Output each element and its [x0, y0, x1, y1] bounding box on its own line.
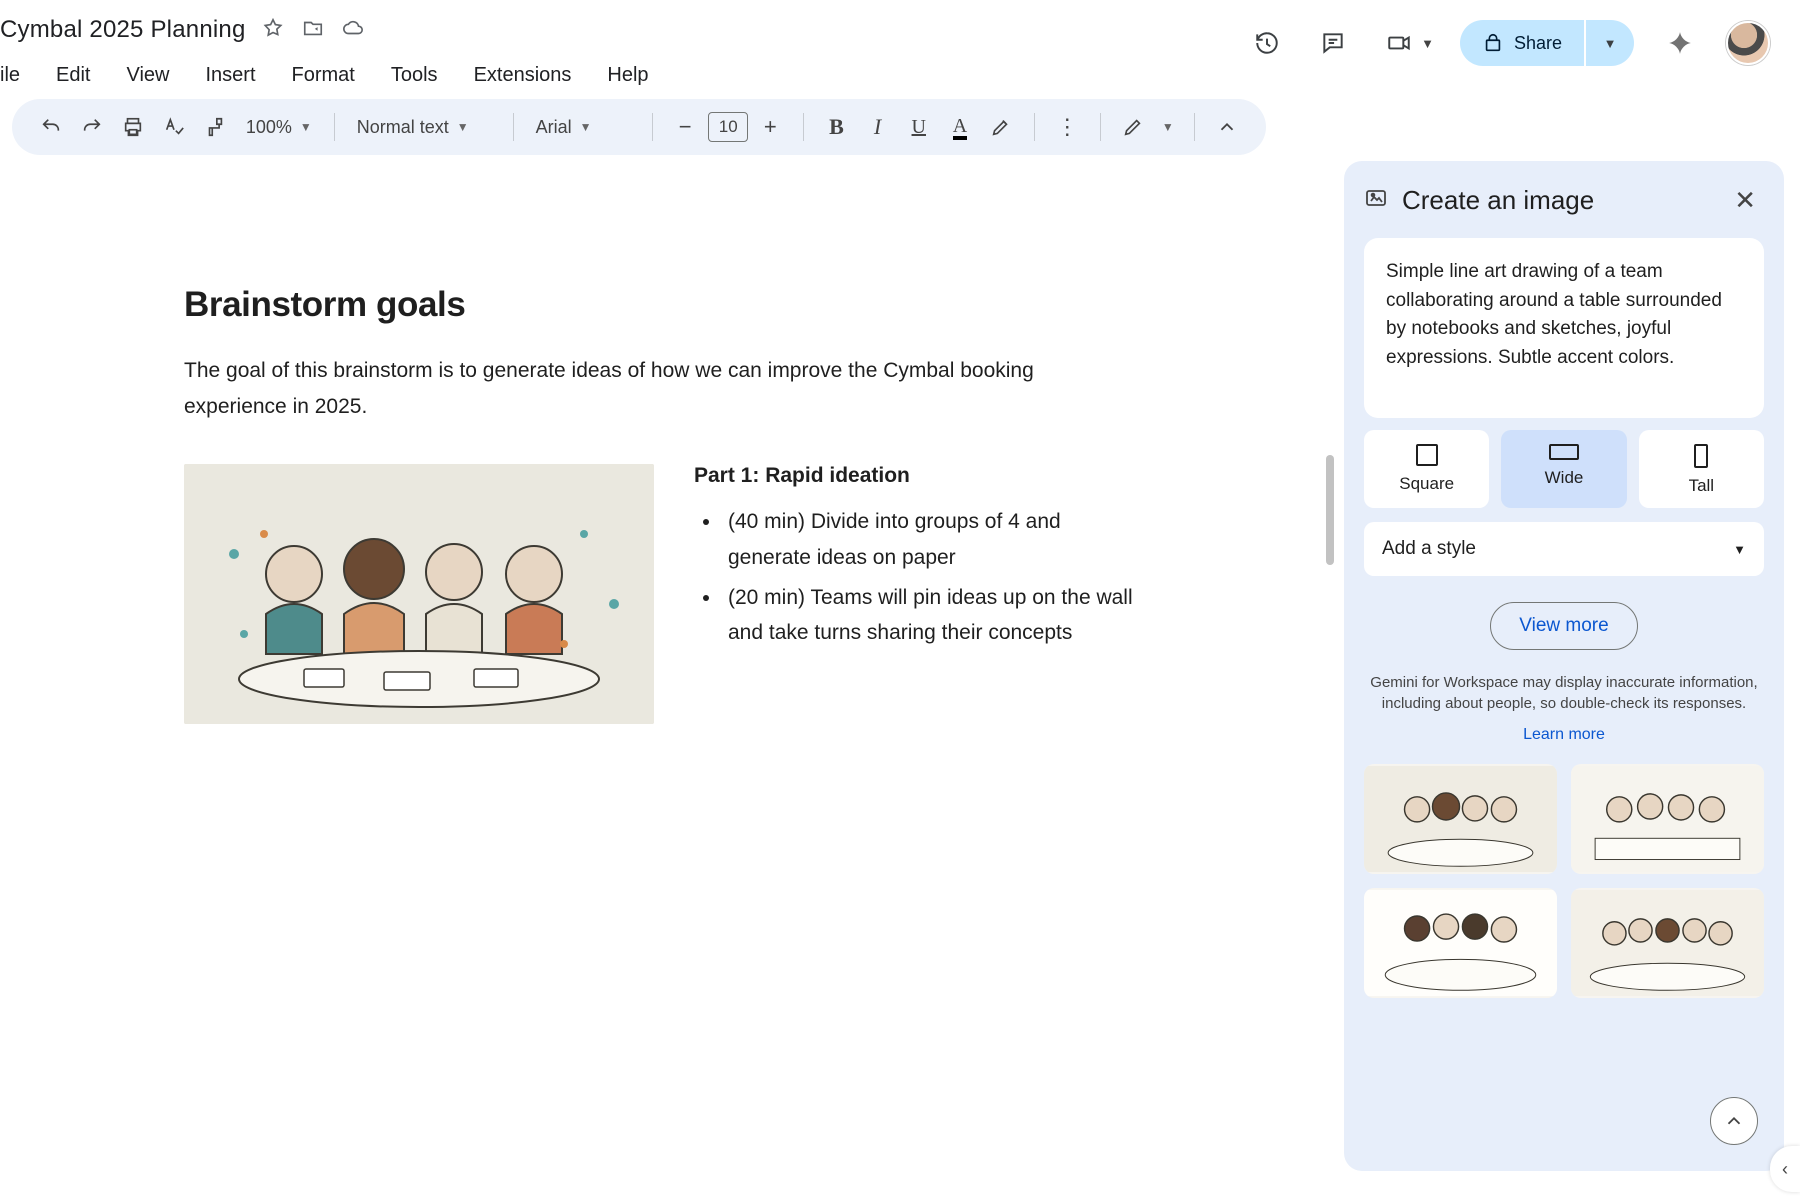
toolbar: 100% ▼ Normal text ▼ Arial ▼ − 10 + B I …: [12, 99, 1266, 155]
tall-icon: [1694, 444, 1708, 468]
generated-image-1[interactable]: [1364, 764, 1557, 874]
list-item[interactable]: (20 min) Teams will pin ideas up on the …: [722, 580, 1134, 651]
bullet-list[interactable]: (40 min) Divide into groups of 4 and gen…: [694, 504, 1134, 651]
font-select[interactable]: Arial ▼: [528, 117, 638, 138]
zoom-value: 100%: [246, 117, 292, 138]
share-button[interactable]: Share: [1460, 20, 1584, 66]
chevron-down-icon: ▼: [300, 120, 312, 134]
aspect-wide[interactable]: Wide: [1501, 430, 1626, 508]
menu-tools[interactable]: Tools: [391, 64, 438, 87]
document-title[interactable]: Cymbal 2025 Planning: [0, 16, 246, 44]
meet-icon[interactable]: [1379, 23, 1419, 63]
menu-insert[interactable]: Insert: [205, 64, 255, 87]
comments-icon[interactable]: [1313, 23, 1353, 63]
collapse-toolbar-button[interactable]: [1209, 107, 1246, 147]
separator: [513, 113, 514, 141]
highlight-button[interactable]: [983, 107, 1020, 147]
more-formatting-button[interactable]: ⋮: [1049, 107, 1086, 147]
side-panel-collapse[interactable]: ‹: [1770, 1146, 1800, 1192]
style-label: Add a style: [1382, 538, 1476, 560]
disclaimer-text: Gemini for Workspace may display inaccur…: [1364, 672, 1764, 714]
menu-edit[interactable]: Edit: [56, 64, 90, 87]
font-value: Arial: [536, 117, 572, 138]
image-panel-icon: [1364, 186, 1388, 215]
page-heading[interactable]: Brainstorm goals: [184, 285, 1134, 325]
create-image-panel: Create an image ✕ Simple line art drawin…: [1344, 161, 1784, 1171]
aspect-label: Tall: [1689, 476, 1715, 496]
chevron-down-icon: ▼: [580, 120, 592, 134]
aspect-square[interactable]: Square: [1364, 430, 1489, 508]
separator: [334, 113, 335, 141]
generated-image-3[interactable]: [1364, 888, 1557, 998]
separator: [1100, 113, 1101, 141]
prompt-input[interactable]: Simple line art drawing of a team collab…: [1364, 238, 1764, 418]
font-size-decrease[interactable]: −: [667, 107, 704, 147]
gemini-icon[interactable]: [1660, 23, 1700, 63]
move-icon[interactable]: [302, 17, 324, 44]
chevron-down-icon: ▼: [457, 120, 469, 134]
menu-file[interactable]: ile: [0, 64, 20, 87]
editing-mode-button[interactable]: [1115, 107, 1152, 147]
chevron-down-icon: ▼: [1604, 36, 1617, 51]
history-icon[interactable]: [1247, 23, 1287, 63]
spellcheck-button[interactable]: [156, 107, 193, 147]
paint-format-button[interactable]: [197, 107, 234, 147]
aspect-tall[interactable]: Tall: [1639, 430, 1764, 508]
zoom-select[interactable]: 100% ▼: [238, 117, 320, 138]
menu-extensions[interactable]: Extensions: [474, 64, 572, 87]
share-label: Share: [1514, 33, 1562, 54]
font-size-input[interactable]: 10: [708, 112, 748, 142]
print-button[interactable]: [114, 107, 151, 147]
aspect-label: Square: [1399, 474, 1454, 494]
text-color-button[interactable]: A: [941, 107, 978, 147]
style-select[interactable]: Add a style ▼: [1364, 522, 1764, 576]
generated-image-4[interactable]: [1571, 888, 1764, 998]
document-canvas[interactable]: Brainstorm goals The goal of this brains…: [0, 155, 1338, 1187]
font-size-increase[interactable]: +: [752, 107, 789, 147]
undo-button[interactable]: [32, 107, 69, 147]
paragraph-style-select[interactable]: Normal text ▼: [349, 117, 499, 138]
chevron-down-icon[interactable]: ▼: [1156, 120, 1180, 134]
redo-button[interactable]: [73, 107, 110, 147]
separator: [1034, 113, 1035, 141]
italic-button[interactable]: I: [859, 107, 896, 147]
scrollbar-thumb[interactable]: [1326, 455, 1334, 565]
avatar[interactable]: [1726, 21, 1770, 65]
section-title[interactable]: Part 1: Rapid ideation: [694, 464, 1134, 488]
paragraph-style-value: Normal text: [357, 117, 449, 138]
meet-dropdown-icon[interactable]: ▼: [1421, 36, 1434, 51]
generated-image-2[interactable]: [1571, 764, 1764, 874]
menu-format[interactable]: Format: [292, 64, 355, 87]
share-dropdown[interactable]: ▼: [1586, 20, 1634, 66]
separator: [1194, 113, 1195, 141]
menu-view[interactable]: View: [126, 64, 169, 87]
panel-title: Create an image: [1402, 185, 1712, 216]
scroll-up-button[interactable]: [1710, 1097, 1758, 1145]
close-icon[interactable]: ✕: [1726, 181, 1764, 220]
intro-paragraph[interactable]: The goal of this brainstorm is to genera…: [184, 353, 1134, 424]
menu-help[interactable]: Help: [607, 64, 648, 87]
inserted-image[interactable]: [184, 464, 654, 724]
bold-button[interactable]: B: [818, 107, 855, 147]
cloud-saved-icon[interactable]: [342, 17, 364, 44]
wide-icon: [1549, 444, 1579, 460]
chevron-down-icon: ▼: [1733, 542, 1746, 557]
aspect-label: Wide: [1545, 468, 1584, 488]
square-icon: [1416, 444, 1438, 466]
separator: [803, 113, 804, 141]
separator: [652, 113, 653, 141]
star-icon[interactable]: [262, 17, 284, 44]
view-more-button[interactable]: View more: [1490, 602, 1637, 650]
learn-more-link[interactable]: Learn more: [1364, 726, 1764, 744]
list-item[interactable]: (40 min) Divide into groups of 4 and gen…: [722, 504, 1134, 575]
underline-button[interactable]: U: [900, 107, 937, 147]
